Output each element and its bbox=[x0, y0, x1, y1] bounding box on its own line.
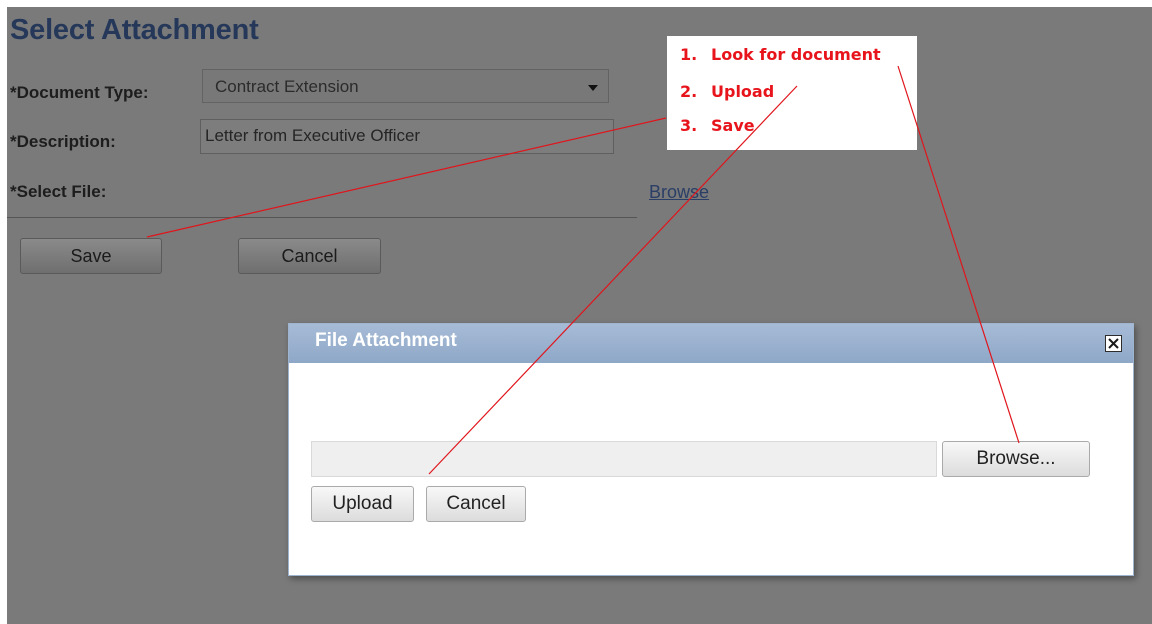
browse-link[interactable]: Browse bbox=[649, 182, 709, 203]
save-button[interactable]: Save bbox=[20, 238, 162, 274]
document-type-select[interactable]: Contract Extension bbox=[202, 69, 609, 103]
instruction-step-2: 2. Upload bbox=[680, 82, 775, 101]
page-title: Select Attachment bbox=[10, 14, 259, 46]
description-label: *Description: bbox=[10, 132, 116, 151]
instruction-callout: 1. Look for document 2. Upload 3. Save bbox=[667, 36, 917, 150]
cancel-button[interactable]: Cancel bbox=[238, 238, 381, 274]
document-type-label: *Document Type: bbox=[10, 83, 149, 102]
select-attachment-page: Select Attachment *Document Type: Contra… bbox=[7, 7, 1152, 624]
upload-button[interactable]: Upload bbox=[311, 486, 414, 522]
dialog-cancel-button[interactable]: Cancel bbox=[426, 486, 526, 522]
dialog-header: File Attachment bbox=[289, 324, 1133, 363]
description-field[interactable]: Letter from Executive Officer bbox=[200, 119, 614, 154]
select-file-label: *Select File: bbox=[10, 182, 107, 201]
dialog-title: File Attachment bbox=[315, 330, 457, 351]
instruction-step-3: 3. Save bbox=[680, 116, 755, 135]
chevron-down-icon bbox=[588, 85, 598, 91]
document-type-value: Contract Extension bbox=[215, 77, 359, 96]
file-attachment-dialog: File Attachment Browse... Upload Cancel bbox=[288, 323, 1134, 576]
divider bbox=[7, 217, 637, 218]
instruction-step-1: 1. Look for document bbox=[680, 45, 881, 64]
close-icon[interactable] bbox=[1105, 335, 1122, 352]
file-path-input[interactable] bbox=[311, 441, 937, 477]
dialog-browse-button[interactable]: Browse... bbox=[942, 441, 1090, 477]
